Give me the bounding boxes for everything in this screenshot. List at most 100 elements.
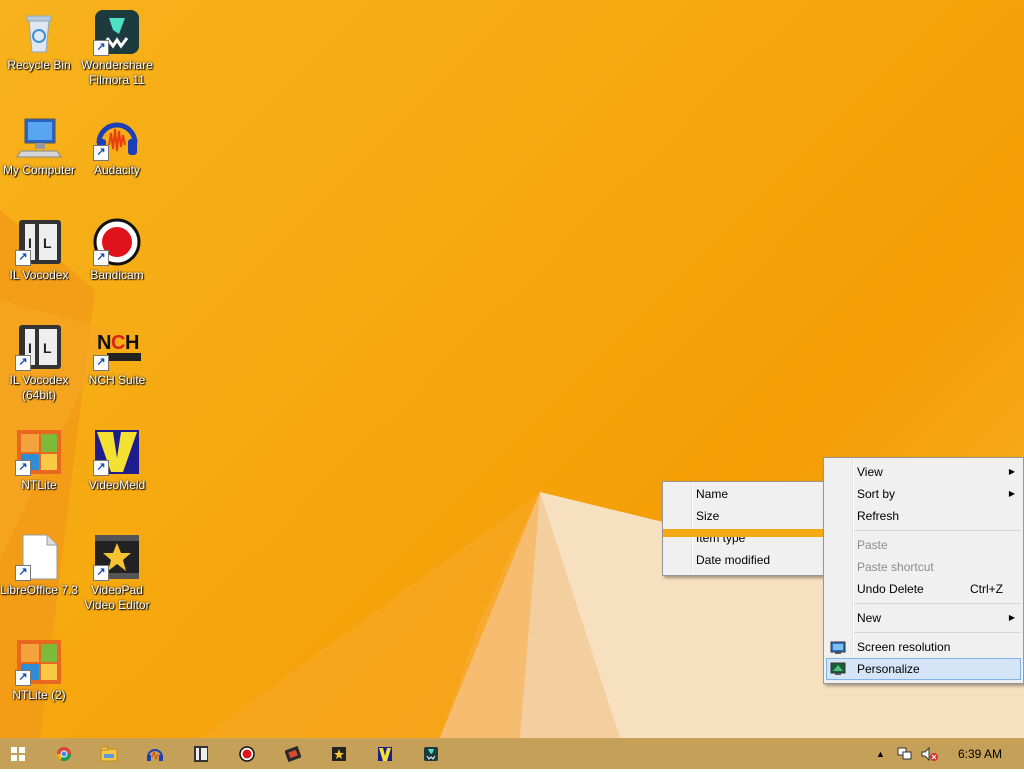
taskbar-bandicam[interactable] [235, 742, 259, 766]
menu-item-label: Paste shortcut [857, 560, 934, 574]
clock-time: 6:39 AM [958, 747, 1003, 761]
filmora-icon [424, 747, 438, 761]
shortcut-arrow-icon: ↗ [15, 250, 31, 266]
personalize-icon [830, 662, 846, 676]
menu-item-screen-resolution[interactable]: Screen resolution [824, 636, 1023, 658]
shortcut-arrow-icon: ↗ [15, 670, 31, 686]
videopad-icon [332, 747, 346, 761]
menu-item-label: Personalize [857, 662, 920, 676]
menu-item-sort-by[interactable]: Sort by ▶ [824, 483, 1023, 505]
menu-item-label: View [857, 465, 883, 479]
menu-item-paste-shortcut[interactable]: Paste shortcut [824, 556, 1023, 578]
taskbar-filmora[interactable] [281, 742, 305, 766]
menu-item-refresh[interactable]: Refresh [824, 505, 1023, 527]
il-vocodex-icon: IL ↗ [15, 218, 63, 266]
desktop-icon-bandicam[interactable]: ↗ Bandicam [78, 218, 156, 283]
desktop-icon-label: Recycle Bin [7, 58, 71, 72]
svg-text:H: H [125, 332, 139, 354]
menu-item-shortcut: Ctrl+Z [970, 582, 1003, 596]
taskbar-il-vocodex[interactable] [189, 742, 213, 766]
svg-text:L: L [43, 340, 52, 356]
desktop-icon-il-vocodex[interactable]: IL ↗ IL Vocodex [0, 218, 78, 283]
menu-item-personalize[interactable]: Personalize [826, 658, 1021, 680]
menu-item-label: Paste [857, 538, 888, 552]
menu-separator [854, 530, 1021, 531]
tray-overflow-button[interactable]: ▲ [876, 739, 885, 769]
libreoffice-icon: ↗ [15, 533, 63, 581]
shortcut-arrow-icon: ↗ [93, 460, 109, 476]
menu-item-sort-name[interactable]: Name [663, 483, 826, 505]
svg-text:C: C [111, 332, 125, 354]
menu-separator [854, 603, 1021, 604]
menu-item-label: New [857, 611, 882, 625]
volume-muted-icon [921, 746, 938, 762]
desktop-icon-label: Bandicam [90, 268, 144, 282]
shortcut-arrow-icon: ↗ [15, 460, 31, 476]
taskbar-videopad[interactable] [327, 742, 351, 766]
desktop-icon-label: IL Vocodex [9, 268, 69, 282]
desktop-icon-filmora[interactable]: ↗ Wondershare Filmora 11 [78, 8, 156, 88]
desktop-icon-my-computer[interactable]: My Computer [0, 113, 78, 178]
submenu-arrow-icon: ▶ [1008, 467, 1015, 476]
menu-item-label: Refresh [857, 509, 900, 523]
audacity-icon [147, 749, 163, 761]
menu-item-undo-delete[interactable]: Undo Delete Ctrl+Z [824, 578, 1023, 600]
chevron-up-icon: ▲ [876, 749, 885, 759]
menu-item-label: Size [696, 509, 720, 523]
desktop-icon-ntlite-2[interactable]: ↗ NTLite (2) [0, 638, 78, 703]
desktop-icon-il-vocodex-64bit[interactable]: IL ↗ IL Vocodex (64bit) [0, 323, 78, 403]
desktop-icon-videopad[interactable]: ↗ VideoPad Video Editor [78, 533, 156, 613]
taskbar-filmora-2[interactable] [419, 742, 443, 766]
menu-item-sort-size[interactable]: Size [663, 505, 826, 527]
menu-item-label: Name [696, 487, 729, 501]
videomeld-icon: ↗ [93, 428, 141, 476]
menu-item-view[interactable]: View ▶ [824, 461, 1023, 483]
menu-item-new[interactable]: New ▶ [824, 607, 1023, 629]
videopad-icon: ↗ [93, 533, 141, 581]
bandicam-icon: ↗ [93, 218, 141, 266]
submenu-arrow-icon: ▶ [1008, 613, 1015, 622]
submenu-arrow-icon: ▶ [1008, 489, 1015, 498]
desktop-icon-label: Audacity [93, 163, 141, 177]
sort-by-submenu: Name Size Item type Date modified [662, 481, 827, 576]
tray-volume[interactable] [921, 739, 939, 769]
menu-item-sort-date-modified[interactable]: Date modified [663, 549, 826, 571]
taskbar-audacity[interactable] [143, 742, 167, 766]
tray-clock[interactable]: 6:39 AM [958, 739, 1002, 769]
il-vocodex-icon [194, 746, 208, 762]
desktop-icon-videomeld[interactable]: ↗ VideoMeld [78, 428, 156, 493]
menu-item-label: Date modified [696, 553, 771, 567]
desktop-icon-recycle-bin[interactable]: Recycle Bin [0, 8, 78, 73]
taskbar-videomeld[interactable] [373, 742, 397, 766]
nch-icon: NCH ↗ [93, 323, 141, 371]
desktop-icon-label: Wondershare Filmora 11 [81, 58, 153, 87]
computer-icon [15, 113, 63, 161]
desktop-icon-audacity[interactable]: ↗ Audacity [78, 113, 156, 178]
bandicam-icon [239, 746, 255, 762]
desktop-icon-label: IL Vocodex (64bit) [9, 373, 69, 402]
desktop-icon-label: NTLite [21, 478, 57, 492]
filmora-icon [284, 745, 302, 763]
menu-item-label: Undo Delete [857, 582, 924, 596]
shortcut-arrow-icon: ↗ [93, 250, 109, 266]
display-icon [830, 640, 846, 654]
taskbar: ▲ 6:39 AM [0, 738, 1024, 769]
desktop-icon-label: NCH Suite [88, 373, 146, 387]
taskbar-chrome[interactable] [52, 742, 76, 766]
videomeld-icon [378, 747, 392, 761]
shortcut-arrow-icon: ↗ [93, 40, 109, 56]
tray-network[interactable] [897, 739, 913, 769]
desktop-icon-ntlite[interactable]: ↗ NTLite [0, 428, 78, 493]
start-button[interactable] [6, 742, 30, 766]
recycle-bin-icon [15, 8, 63, 56]
il-vocodex-icon: IL ↗ [15, 323, 63, 371]
network-icon [897, 747, 912, 760]
start-icon [11, 747, 25, 761]
desktop-icon-nch-suite[interactable]: NCH ↗ NCH Suite [78, 323, 156, 388]
menu-item-label: Sort by [857, 487, 896, 501]
menu-item-paste[interactable]: Paste [824, 534, 1023, 556]
svg-text:I: I [28, 340, 32, 356]
taskbar-file-explorer[interactable] [97, 742, 121, 766]
desktop-icon-libreoffice[interactable]: ↗ LibreOffice 7.3 [0, 533, 78, 598]
desktop-icon-label: VideoMeld [88, 478, 146, 492]
